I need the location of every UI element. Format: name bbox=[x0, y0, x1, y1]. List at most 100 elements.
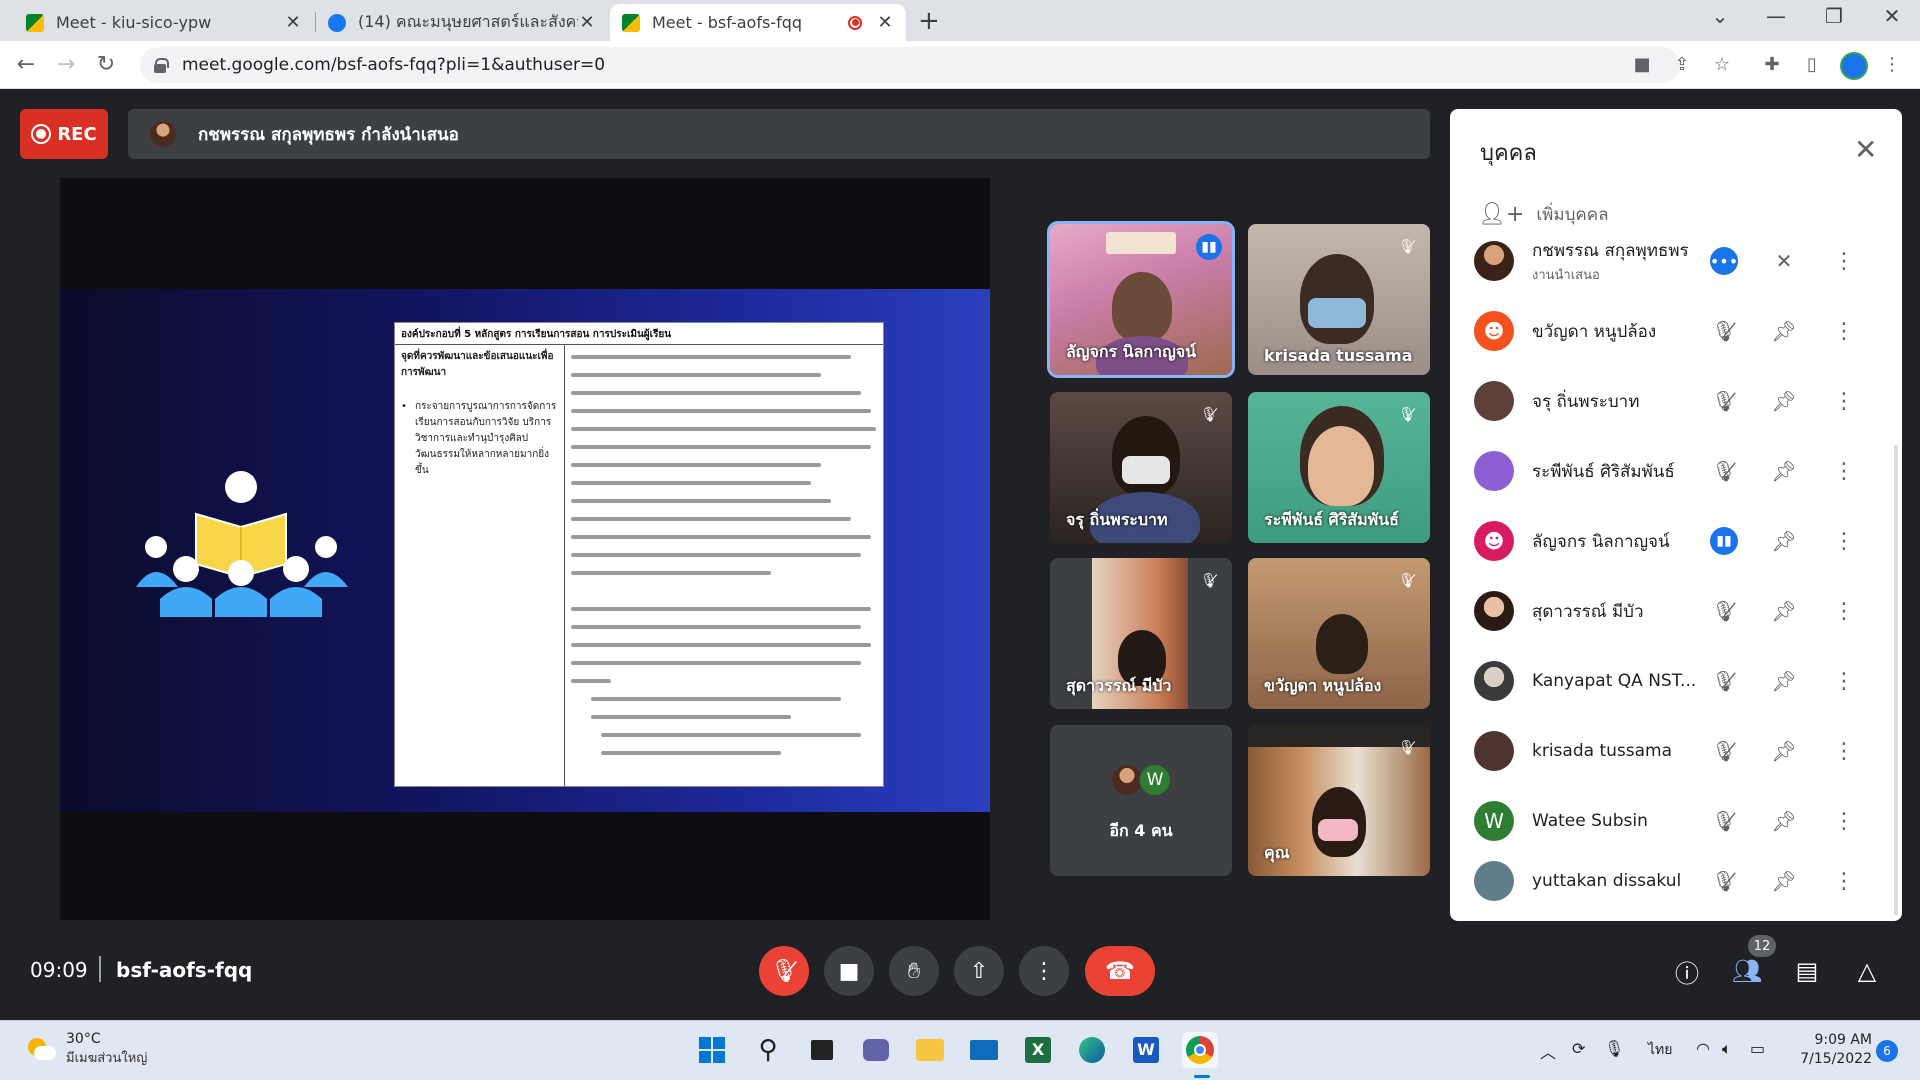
participant-tile[interactable]: 🎙︎̸ ระพีพันธ์ ศิริสัมพันธ์ bbox=[1248, 392, 1430, 543]
recording-badge[interactable]: REC bbox=[20, 109, 108, 159]
chat-icon[interactable]: ▤ bbox=[1790, 954, 1824, 988]
mic-muted-icon[interactable]: 🎙︎̸ bbox=[1708, 665, 1740, 697]
participant-tile[interactable]: 🎙︎̸ krisada tussama bbox=[1248, 224, 1430, 375]
mic-muted-icon[interactable]: 🎙︎̸ bbox=[1708, 865, 1740, 897]
more-options-icon[interactable]: ⋮ bbox=[1828, 665, 1860, 697]
meeting-details-icon[interactable]: ⓘ bbox=[1670, 954, 1704, 988]
word-icon[interactable]: W bbox=[1128, 1032, 1164, 1068]
close-window-icon[interactable]: ✕ bbox=[1872, 4, 1912, 28]
participant-row[interactable]: yuttakan dissakul 🎙︎̸ 📌︎ ⋮ bbox=[1474, 851, 1874, 911]
more-options-icon[interactable]: ⋮ bbox=[1828, 245, 1860, 277]
search-icon[interactable]: ⚲ bbox=[750, 1032, 786, 1068]
pin-icon[interactable]: 📌︎ bbox=[1768, 455, 1800, 487]
browser-tab-2[interactable]: (14) คณะมนุษยศาสตร์และสังคมศาสต ✕ bbox=[316, 4, 608, 41]
weather-widget[interactable]: 30°C มีเมฆส่วนใหญ่ bbox=[26, 1031, 147, 1068]
mic-muted-icon[interactable]: 🎙︎̸ bbox=[1708, 315, 1740, 347]
more-options-icon[interactable]: ⋮ bbox=[1828, 805, 1860, 837]
present-now-button[interactable]: ⇧ bbox=[954, 946, 1004, 996]
unpin-icon[interactable]: ✕ bbox=[1768, 245, 1800, 277]
file-explorer-icon[interactable] bbox=[912, 1032, 948, 1068]
url-text[interactable]: meet.google.com/bsf-aofs-fqq?pli=1&authu… bbox=[182, 55, 605, 75]
profile-avatar[interactable] bbox=[1840, 52, 1868, 80]
participant-tile[interactable]: 🎙︎̸ ขวัญดา หนูปล้อง bbox=[1248, 558, 1430, 709]
new-tab-button[interactable]: + bbox=[918, 6, 940, 36]
system-clock[interactable]: 9:09 AM 7/15/2022 bbox=[1796, 1031, 1872, 1069]
browser-tab-1[interactable]: Meet - kiu-sico-ypw ✕ bbox=[14, 4, 314, 41]
sync-icon[interactable]: ⟳ bbox=[1572, 1039, 1585, 1058]
participant-row[interactable]: กชพรรณ สกุลพุทธพร งานนำเสนอ ••• ✕ ⋮ bbox=[1474, 231, 1874, 291]
pin-icon[interactable]: 📌︎ bbox=[1768, 805, 1800, 837]
participant-row[interactable]: Kanyapat QA NST... 🎙︎̸ 📌︎ ⋮ bbox=[1474, 651, 1874, 711]
people-panel-scrollbar[interactable] bbox=[1894, 445, 1898, 915]
microphone-icon[interactable]: 🎙︎ bbox=[1604, 1039, 1624, 1058]
more-participants-tile[interactable]: W อีก 4 คน bbox=[1050, 725, 1232, 876]
excel-icon[interactable]: X bbox=[1020, 1032, 1056, 1068]
more-options-icon[interactable]: ⋮ bbox=[1828, 315, 1860, 347]
pin-icon[interactable]: 📌︎ bbox=[1768, 385, 1800, 417]
participant-row[interactable]: สุดาวรรณ์ มีบัว 🎙︎̸ 📌︎ ⋮ bbox=[1474, 581, 1874, 641]
omnibox[interactable]: meet.google.com/bsf-aofs-fqq?pli=1&authu… bbox=[140, 47, 1680, 83]
pin-icon[interactable]: 📌︎ bbox=[1768, 735, 1800, 767]
participant-row[interactable]: จรุ ถิ่นพระบาท 🎙︎̸ 📌︎ ⋮ bbox=[1474, 371, 1874, 431]
reload-icon[interactable]: ↻ bbox=[90, 49, 122, 81]
windows-start-icon[interactable] bbox=[694, 1032, 730, 1068]
participant-tile[interactable]: 🎙︎̸ สุดาวรรณ์ มีบัว bbox=[1050, 558, 1232, 709]
close-tab-icon[interactable]: ✕ bbox=[876, 12, 894, 33]
mic-toggle-button[interactable]: 🎙︎̸ bbox=[759, 946, 809, 996]
bookmark-star-icon[interactable]: ☆ bbox=[1710, 53, 1734, 77]
notification-badge[interactable]: 6 bbox=[1876, 1040, 1898, 1062]
chrome-icon[interactable] bbox=[1182, 1032, 1218, 1068]
maximize-icon[interactable]: ❐ bbox=[1814, 4, 1854, 28]
participant-row[interactable]: ระพีพันธ์ ศิริสัมพันธ์ 🎙︎̸ 📌︎ ⋮ bbox=[1474, 441, 1874, 501]
participant-row[interactable]: ☻ ลัญจกร นิลกาญจน์ ▮▮ 📌︎ ⋮ bbox=[1474, 511, 1874, 571]
side-panel-icon[interactable]: ▯ bbox=[1800, 53, 1824, 77]
tab-search-icon[interactable]: ⌄ bbox=[1700, 4, 1740, 28]
more-options-icon[interactable]: ⋮ bbox=[1828, 385, 1860, 417]
leave-call-button[interactable]: ☎︎ bbox=[1085, 946, 1155, 996]
pin-icon[interactable]: 📌︎ bbox=[1768, 315, 1800, 347]
pin-icon[interactable]: 📌︎ bbox=[1768, 665, 1800, 697]
more-options-button[interactable]: ⋮ bbox=[1019, 946, 1069, 996]
task-view-icon[interactable] bbox=[804, 1032, 840, 1068]
people-icon[interactable]: 👥︎ bbox=[1730, 954, 1764, 988]
wifi-icon[interactable]: ◠ bbox=[1696, 1039, 1710, 1058]
chat-app-icon[interactable] bbox=[858, 1032, 894, 1068]
pin-icon[interactable]: 📌︎ bbox=[1768, 525, 1800, 557]
extensions-icon[interactable]: ✚ bbox=[1760, 53, 1784, 77]
presentation-stage[interactable]: องค์ประกอบที่ 5 หลักสูตร การเรียนการสอน … bbox=[60, 178, 990, 920]
forward-icon[interactable]: → bbox=[50, 49, 82, 81]
pin-icon[interactable]: 📌︎ bbox=[1768, 865, 1800, 897]
more-options-icon[interactable]: ⋮ bbox=[1828, 455, 1860, 487]
mic-muted-icon[interactable]: 🎙︎̸ bbox=[1708, 385, 1740, 417]
more-options-icon[interactable]: ⋮ bbox=[1828, 735, 1860, 767]
more-options-icon[interactable]: ⋮ bbox=[1828, 595, 1860, 627]
participant-row[interactable]: krisada tussama 🎙︎̸ 📌︎ ⋮ bbox=[1474, 721, 1874, 781]
language-indicator[interactable]: ไทย bbox=[1648, 1039, 1672, 1061]
browser-tab-3-active[interactable]: Meet - bsf-aofs-fqq ✕ bbox=[610, 4, 906, 41]
self-view-tile[interactable]: 🎙︎̸ คุณ bbox=[1248, 725, 1430, 876]
participant-row[interactable]: ☻ ขวัญดา หนูปล้อง 🎙︎̸ 📌︎ ⋮ bbox=[1474, 301, 1874, 361]
camera-toggle-button[interactable]: ■ bbox=[824, 946, 874, 996]
mic-muted-icon[interactable]: 🎙︎̸ bbox=[1708, 805, 1740, 837]
mic-muted-icon[interactable]: 🎙︎̸ bbox=[1708, 455, 1740, 487]
close-tab-icon[interactable]: ✕ bbox=[284, 12, 302, 33]
minimize-icon[interactable]: — bbox=[1756, 4, 1796, 28]
close-tab-icon[interactable]: ✕ bbox=[578, 12, 596, 33]
edge-icon[interactable] bbox=[1074, 1032, 1110, 1068]
participant-row[interactable]: W Watee Subsin 🎙︎̸ 📌︎ ⋮ bbox=[1474, 791, 1874, 851]
chrome-menu-icon[interactable]: ⋮ bbox=[1880, 53, 1904, 77]
lock-icon[interactable] bbox=[154, 58, 169, 73]
mail-icon[interactable] bbox=[966, 1032, 1002, 1068]
close-icon[interactable]: ✕ bbox=[1854, 133, 1877, 166]
share-icon[interactable]: ⇪ bbox=[1670, 53, 1694, 77]
mic-muted-icon[interactable]: 🎙︎̸ bbox=[1708, 735, 1740, 767]
activities-icon[interactable]: △ bbox=[1850, 954, 1884, 988]
mic-muted-icon[interactable]: 🎙︎̸ bbox=[1708, 595, 1740, 627]
battery-icon[interactable]: ▭ bbox=[1750, 1039, 1765, 1058]
camera-in-use-icon[interactable]: ■ bbox=[1630, 53, 1654, 77]
add-people-button[interactable]: 👤︎+ เพิ่มบุคคล bbox=[1478, 201, 1609, 228]
pin-icon[interactable]: 📌︎ bbox=[1768, 595, 1800, 627]
back-icon[interactable]: ← bbox=[10, 49, 42, 81]
participant-tile[interactable]: ▮▮ ลัญจกร นิลกาญจน์ bbox=[1047, 221, 1235, 378]
more-options-icon[interactable]: ⋮ bbox=[1828, 865, 1860, 897]
